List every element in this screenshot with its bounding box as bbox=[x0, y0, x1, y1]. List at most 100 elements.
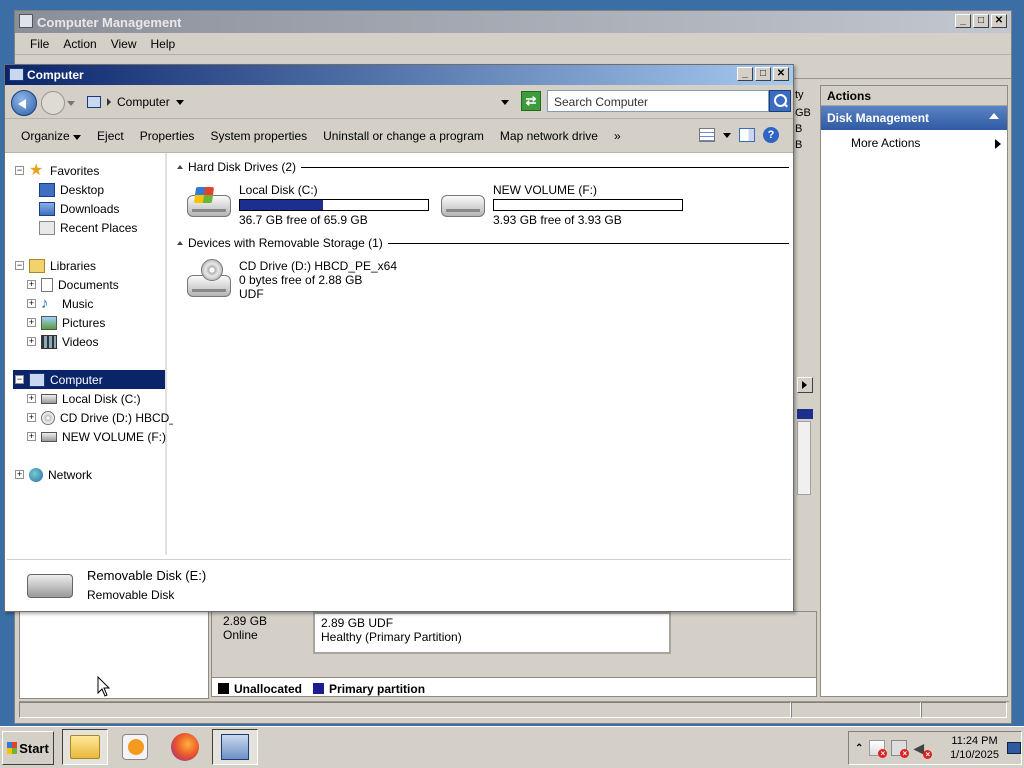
group-collapse-icon[interactable] bbox=[177, 241, 183, 245]
tree-computer[interactable]: − Computer bbox=[13, 370, 165, 389]
view-dropdown-icon[interactable] bbox=[723, 132, 731, 138]
tree-network[interactable]: + Network bbox=[15, 465, 92, 484]
search-icon[interactable] bbox=[769, 90, 791, 112]
cm-minimize-button[interactable]: _ bbox=[955, 14, 971, 28]
cm-tree-pane bbox=[19, 611, 209, 699]
action-center-flag-icon[interactable]: × bbox=[869, 740, 888, 758]
volume-muted-icon[interactable]: ◀ × bbox=[913, 740, 933, 759]
legend-unallocated: Unallocated bbox=[234, 681, 303, 696]
back-button[interactable] bbox=[11, 90, 37, 116]
drive-c-free: 36.7 GB free of 65.9 GB bbox=[239, 213, 368, 227]
tree-recent-places[interactable]: Recent Places bbox=[39, 218, 137, 237]
group-hard-disk-drives[interactable]: Hard Disk Drives (2) bbox=[177, 159, 789, 175]
tree-pictures-label: Pictures bbox=[62, 315, 106, 330]
tree-desktop[interactable]: Desktop bbox=[39, 180, 104, 199]
actions-header: Actions bbox=[821, 86, 1007, 106]
drive-c-name: Local Disk (C:) bbox=[239, 183, 318, 197]
collapse-up-icon[interactable] bbox=[989, 113, 999, 119]
properties-button[interactable]: Properties bbox=[132, 129, 203, 143]
network-status-icon[interactable]: × bbox=[891, 740, 910, 758]
tree-favorites[interactable]: − ★ Favorites bbox=[15, 161, 99, 180]
taskbar-computer-management[interactable] bbox=[212, 729, 258, 765]
eject-button[interactable]: Eject bbox=[89, 129, 132, 143]
expand-icon[interactable]: + bbox=[27, 318, 36, 327]
menu-view[interactable]: View bbox=[104, 37, 144, 54]
cm-close-button[interactable]: ✕ bbox=[991, 14, 1007, 28]
group-removable-storage[interactable]: Devices with Removable Storage (1) bbox=[177, 235, 789, 251]
collapse-icon[interactable]: − bbox=[15, 261, 24, 270]
cm-cut-off-column: ty GB B B bbox=[795, 87, 819, 167]
help-icon[interactable]: ? bbox=[763, 127, 779, 143]
group-collapse-icon[interactable] bbox=[177, 165, 183, 169]
expand-icon[interactable]: + bbox=[27, 337, 36, 346]
collapse-icon[interactable]: − bbox=[15, 375, 24, 384]
computer-management-icon bbox=[221, 734, 249, 760]
tree-videos[interactable]: + Videos bbox=[27, 332, 98, 351]
more-actions-item[interactable]: More Actions bbox=[821, 130, 1007, 154]
uninstall-program-button[interactable]: Uninstall or change a program bbox=[315, 129, 492, 143]
partition-box[interactable]: 2.89 GB UDF Healthy (Primary Partition) bbox=[313, 612, 671, 654]
breadcrumb-computer[interactable]: Computer bbox=[117, 95, 170, 109]
explorer-close-button[interactable]: ✕ bbox=[773, 67, 789, 81]
menu-help[interactable]: Help bbox=[144, 37, 183, 54]
windows-drive-icon bbox=[185, 183, 233, 223]
search-input[interactable]: Search Computer bbox=[547, 90, 769, 112]
explorer-minimize-button[interactable]: _ bbox=[737, 67, 753, 81]
breadcrumb-arrow-icon[interactable] bbox=[107, 98, 111, 106]
change-view-icon[interactable] bbox=[699, 128, 715, 142]
tree-cd-drive[interactable]: + CD Drive (D:) HBCD_P bbox=[27, 408, 184, 427]
explorer-title-bar[interactable]: Computer _ □ ✕ bbox=[5, 65, 793, 85]
scroll-right-arrow[interactable] bbox=[797, 377, 813, 393]
more-commands-button[interactable]: » bbox=[606, 129, 629, 143]
menu-file[interactable]: File bbox=[23, 37, 56, 54]
taskbar-explorer[interactable] bbox=[62, 729, 108, 765]
cm-title-bar[interactable]: Computer Management _ □ ✕ bbox=[15, 11, 1011, 33]
expand-icon[interactable]: + bbox=[27, 299, 36, 308]
organize-dropdown-icon bbox=[73, 134, 82, 140]
cm-scrollbar[interactable] bbox=[797, 421, 811, 495]
expand-icon[interactable]: + bbox=[27, 413, 36, 422]
organize-button[interactable]: Organize bbox=[13, 129, 89, 143]
legend-primary: Primary partition bbox=[329, 681, 426, 696]
expand-icon[interactable]: + bbox=[27, 394, 36, 403]
tree-new-volume-label: NEW VOLUME (F:) bbox=[62, 429, 166, 444]
expand-icon[interactable]: + bbox=[27, 280, 36, 289]
tree-downloads[interactable]: Downloads bbox=[39, 199, 119, 218]
start-button[interactable]: Start bbox=[2, 731, 54, 765]
taskbar-media-player[interactable] bbox=[112, 729, 158, 765]
clock[interactable]: 11:24 PM 1/10/2025 bbox=[950, 734, 1001, 762]
address-history-dropdown-icon[interactable] bbox=[501, 100, 509, 105]
taskbar: Start ⌃ × × ◀ × 11:24 PM 1/10/2025 bbox=[0, 726, 1024, 768]
cm-maximize-button[interactable]: □ bbox=[973, 14, 989, 28]
drive-new-volume-f[interactable]: NEW VOLUME (F:) 3.93 GB free of 3.93 GB bbox=[439, 183, 683, 227]
collapse-icon[interactable]: − bbox=[15, 166, 24, 175]
taskbar-firefox[interactable] bbox=[162, 729, 208, 765]
recent-pages-dropdown-icon[interactable] bbox=[67, 101, 75, 106]
tree-documents[interactable]: + Documents bbox=[27, 275, 119, 294]
tree-cd-drive-label: CD Drive (D:) HBCD_P bbox=[60, 410, 185, 425]
tree-pictures[interactable]: + Pictures bbox=[27, 313, 105, 332]
tree-new-volume[interactable]: + NEW VOLUME (F:) bbox=[27, 427, 166, 446]
show-desktop-icon[interactable] bbox=[1007, 742, 1021, 754]
drive-local-disk-c[interactable]: Local Disk (C:) 36.7 GB free of 65.9 GB bbox=[185, 183, 429, 227]
tree-music[interactable]: + ♪ Music bbox=[27, 294, 93, 313]
address-box[interactable]: Computer bbox=[81, 91, 517, 113]
drive-cd-d[interactable]: CD Drive (D:) HBCD_PE_x64 0 bytes free o… bbox=[185, 259, 397, 301]
expand-icon[interactable]: + bbox=[15, 470, 24, 479]
expand-icon[interactable]: + bbox=[27, 432, 36, 441]
system-properties-button[interactable]: System properties bbox=[202, 129, 315, 143]
actions-disk-management[interactable]: Disk Management bbox=[821, 106, 1007, 130]
drive-f-usage-bar bbox=[493, 199, 683, 211]
tree-libraries[interactable]: − Libraries bbox=[15, 256, 96, 275]
tree-local-disk[interactable]: + Local Disk (C:) bbox=[27, 389, 141, 408]
breadcrumb-dropdown-icon[interactable] bbox=[175, 99, 184, 105]
preview-pane-icon[interactable] bbox=[739, 128, 755, 142]
forward-button[interactable] bbox=[41, 91, 65, 115]
map-network-drive-button[interactable]: Map network drive bbox=[492, 129, 606, 143]
videos-icon bbox=[41, 334, 57, 349]
refresh-icon[interactable]: ⇄ bbox=[521, 91, 541, 111]
menu-action[interactable]: Action bbox=[56, 37, 103, 54]
cut-text: GB bbox=[795, 107, 811, 119]
show-hidden-icons-chevron-icon[interactable]: ⌃ bbox=[855, 743, 863, 754]
explorer-maximize-button[interactable]: □ bbox=[755, 67, 771, 81]
